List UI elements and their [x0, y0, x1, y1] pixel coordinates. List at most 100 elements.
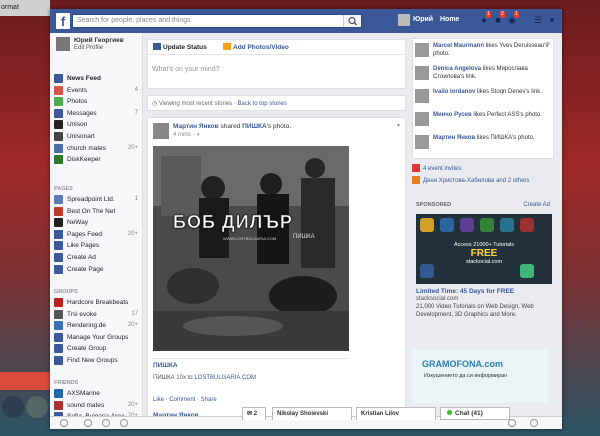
ticker-item[interactable]: Ivailo Iordanov likes Stoqn Denev's link…	[415, 89, 551, 111]
chat-sidebar-toggle[interactable]: Chat (41)	[440, 407, 510, 420]
back-icon[interactable]	[84, 419, 92, 427]
sidebar-item-icon	[54, 344, 63, 354]
post-author-avatar[interactable]	[153, 123, 169, 139]
sidebar-item-hardcore-breakbeats[interactable]: Hardcore Breakbeats	[54, 297, 140, 308]
sidebar-item-rendering-de[interactable]: Rendering.de 20+	[54, 320, 140, 331]
birthdays-link[interactable]: Дени Христова-Хабилова and 2 others	[412, 176, 529, 184]
notifications-icon[interactable]: ◉ 1	[506, 11, 519, 26]
photo-overlay-url: WWW.LOSTBULGARIA.COM	[223, 236, 277, 241]
ticker-name[interactable]: Ivailo Iordanov	[433, 89, 475, 95]
post-page-link[interactable]: ПИШКА	[242, 123, 267, 130]
sidebar-item-sound-mates[interactable]: sound mates 20+	[54, 400, 140, 411]
gear-icon[interactable]	[60, 419, 68, 427]
sidebar-item-spreadpoint-ltd[interactable]: Spreadpoint Ltd. 1	[54, 194, 140, 205]
sidebar-item-like-pages[interactable]: Like Pages	[54, 240, 140, 251]
launchpad-dock-icon[interactable]	[2, 396, 24, 418]
post-photo[interactable]: БОБ ДИЛЪР WWW.LOSTBULGARIA.COM ПИШКА	[153, 146, 349, 351]
privacy-shortcuts-icon[interactable]: ☰	[532, 15, 544, 26]
ticker-item[interactable]: Мартин Янков likes ПИШКА's photo.	[415, 135, 551, 157]
sidebar-item-unison[interactable]: Unison	[54, 119, 140, 130]
sidebar-item-icon	[54, 332, 63, 342]
post-actions[interactable]: Like · Comment · Share	[153, 397, 217, 403]
sidebar-item-create-group[interactable]: Create Group	[54, 343, 140, 354]
ticker-avatar[interactable]	[415, 135, 429, 149]
ticker-item[interactable]: Marcel Maurmann likes Yves Deruisseau's …	[415, 43, 551, 65]
event-invites-link[interactable]: 4 event invites	[412, 164, 461, 172]
shared-link-url[interactable]: LOSTBULGARIA.COM	[194, 375, 256, 381]
status-input[interactable]: What's on your mind?	[152, 66, 219, 73]
sidebar-item-events[interactable]: Events 4	[54, 85, 140, 96]
top-bar-avatar[interactable]	[398, 14, 410, 26]
power-icon[interactable]	[508, 419, 516, 427]
ticker-item[interactable]: Denica Angelova likes Мирослава Стоилова…	[415, 66, 551, 88]
sidebar-item-label: church mates	[67, 144, 107, 152]
add-photos-tab[interactable]: Add Photos/Video	[223, 43, 289, 51]
home-link[interactable]: Home	[440, 16, 459, 23]
ticker-avatar[interactable]	[415, 112, 429, 126]
sidebar-item-photos[interactable]: Photos	[54, 96, 140, 107]
ad-image-stacksocial[interactable]: Access 21000+ Tutorials FREE stackocial.…	[416, 214, 552, 284]
ticker-item[interactable]: Минчо Русев likes Perfect ASS's photo.	[415, 112, 551, 134]
post-options-chevron-icon[interactable]: ▾	[397, 122, 400, 129]
sidebar-item-news-feed[interactable]: News Feed	[54, 73, 140, 84]
top-bar-profile-link[interactable]: Юрий	[413, 16, 433, 23]
sidebar-item-find-new-groups[interactable]: Find New Groups	[54, 355, 140, 366]
ad1-title[interactable]: Limited Time: 45 Days for FREE	[416, 288, 514, 295]
messages-icon[interactable]: ■ 2	[492, 11, 505, 26]
ad-image-gramofona[interactable]: GRAMOFONA.com Изкушението да си информир…	[412, 349, 548, 403]
facebook-logo[interactable]: f	[56, 13, 70, 29]
chat-tab-kristian[interactable]: Kristian Lilov	[356, 407, 436, 420]
chat-tab-messages[interactable]: ✉ 2	[242, 407, 266, 420]
search-input[interactable]: Search for people, places and things	[72, 14, 362, 28]
sidebar-item-diskkeeper[interactable]: DiskKeeper	[54, 154, 140, 165]
pages-section-header[interactable]: PAGES	[54, 186, 73, 192]
settings-icon[interactable]	[530, 419, 538, 427]
sidebar-item-icon	[54, 309, 63, 319]
sidebar-item-pages-feed[interactable]: Pages Feed 20+	[54, 229, 140, 240]
ticker-avatar[interactable]	[415, 89, 429, 103]
sidebar-item-church-mates[interactable]: church mates 20+	[54, 143, 140, 154]
shared-link-title[interactable]: ПИШКА	[153, 362, 178, 369]
ticker-name[interactable]: Marcel Maurmann	[433, 43, 484, 49]
sidebar-item-best-on-the-net[interactable]: Best On The Net	[54, 206, 140, 217]
groups-section-header[interactable]: GROUPS	[54, 289, 78, 295]
sidebar-item-axsmarine[interactable]: AXSMarine	[54, 388, 140, 399]
sidebar-item-create-ad[interactable]: Create Ad	[54, 252, 140, 263]
birthday-name[interactable]: Дени Христова-Хабилова	[423, 178, 494, 184]
ticker-name[interactable]: Denica Angelova	[433, 66, 481, 72]
ticker-settings-icon[interactable]: ≡	[546, 41, 550, 48]
profile-avatar[interactable]	[56, 37, 70, 51]
account-settings-chevron-icon[interactable]: ▾	[546, 15, 558, 26]
chat-tab-nikolay[interactable]: Nikolay Shoievski	[272, 407, 352, 420]
friends-section-header[interactable]: FRIENDS	[54, 380, 78, 386]
post-author-name[interactable]: Мартин Янков	[173, 123, 219, 130]
chat-count-label: Chat (41)	[455, 410, 483, 417]
sidebar-item-unisonart[interactable]: Unisonart	[54, 131, 140, 142]
update-status-tab[interactable]: Update Status	[153, 43, 207, 51]
sidebar-item-label: Pages Feed	[67, 230, 103, 238]
profile-name[interactable]: Юрий Георгиев	[74, 37, 124, 44]
sidebar-item-trsi-evoke[interactable]: Trsi evoke 17	[54, 309, 140, 320]
search-button[interactable]	[343, 15, 361, 27]
camera-icon	[223, 43, 231, 50]
create-ad-link[interactable]: Create Ad	[523, 202, 550, 208]
forward-icon[interactable]	[102, 419, 110, 427]
edit-profile-link[interactable]: Edit Profile	[74, 45, 103, 51]
ticker-name[interactable]: Минчо Русев	[433, 112, 472, 118]
sidebar-item-neway[interactable]: NeWay	[54, 217, 140, 228]
post-timestamp[interactable]: 4 mins · ◑	[173, 132, 200, 138]
activity-ticker: Marcel Maurmann likes Yves Deruisseau's …	[412, 38, 554, 159]
sidebar-item-messages[interactable]: Messages 7	[54, 108, 140, 119]
finder-dock-icon[interactable]	[26, 396, 48, 418]
friend-requests-icon[interactable]: ● 1	[478, 11, 491, 26]
back-to-top-stories-link[interactable]: Back to top stories	[238, 101, 287, 107]
sidebar-item-create-page[interactable]: Create Page	[54, 264, 140, 275]
search-chat-icon[interactable]	[120, 419, 128, 427]
ticker-avatar[interactable]	[415, 66, 429, 80]
ticker-name[interactable]: Мартин Янков	[433, 135, 475, 141]
shared-link-box[interactable]: ПИШКА ПИШКА 10x to LOSTBULGARIA.COM	[153, 358, 349, 392]
sidebar-item-manage-your-groups[interactable]: Manage Your Groups	[54, 332, 140, 343]
birthday-rest[interactable]: and 2 others	[496, 178, 529, 184]
ticker-avatar[interactable]	[415, 43, 429, 57]
gift-icon	[412, 176, 420, 184]
